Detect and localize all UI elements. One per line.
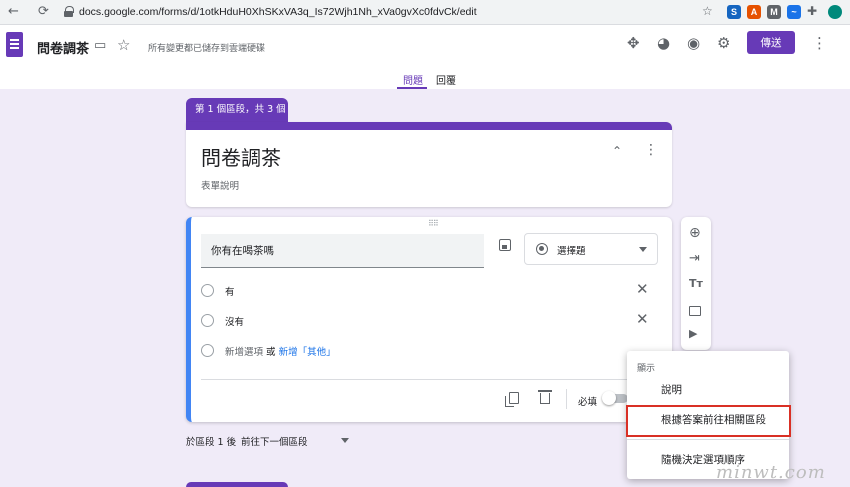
section-indicator: 第 1 個區段，共 3 個: [186, 98, 288, 122]
lock-icon: [64, 6, 74, 17]
bookmark-star-icon[interactable]: ☆: [702, 4, 713, 18]
divider: [566, 389, 567, 409]
video-icon[interactable]: ▶: [689, 328, 697, 339]
section-navigation-dropdown[interactable]: 前往下一個區段: [241, 434, 308, 448]
divider: [201, 379, 661, 380]
radio-icon: [201, 344, 214, 357]
extension-icon[interactable]: A: [747, 5, 761, 19]
menu-item-description[interactable]: 說明: [661, 382, 682, 397]
more-vert-icon[interactable]: ⋮: [812, 36, 827, 51]
dropdown-arrow-icon[interactable]: [341, 438, 349, 443]
form-description[interactable]: 表單說明: [201, 178, 239, 192]
question-card[interactable]: ⠿⠿ 選擇題 有 ✕ 沒有 ✕ 新增選項 或 新增「其他」 必填: [186, 217, 672, 422]
import-icon[interactable]: ⇥: [689, 252, 700, 265]
watermark: minwt.com: [716, 462, 826, 483]
section-more-icon[interactable]: ⋮: [644, 142, 658, 158]
refresh-icon[interactable]: ⟳: [38, 4, 49, 19]
collapse-icon[interactable]: ⌃: [612, 144, 622, 158]
send-button[interactable]: 傳送: [747, 31, 795, 54]
required-label: 必填: [578, 397, 598, 408]
add-image-icon[interactable]: [499, 239, 511, 251]
question-type-label: 選擇題: [557, 246, 586, 257]
dropdown-arrow-icon: [639, 247, 647, 252]
puzzle-extensions-icon[interactable]: ✚: [807, 4, 817, 18]
tab-responses[interactable]: 回覆: [436, 72, 456, 87]
question-title-input[interactable]: [201, 234, 484, 268]
radio-icon: [201, 314, 214, 327]
palette-icon[interactable]: ◕: [657, 36, 670, 51]
form-name[interactable]: 問卷調茶: [37, 38, 89, 57]
addons-puzzle-icon[interactable]: ✥: [627, 36, 640, 51]
drag-handle-icon[interactable]: ⠿⠿: [428, 219, 439, 228]
settings-gear-icon[interactable]: ⚙: [717, 36, 730, 51]
url-text[interactable]: docs.google.com/forms/d/1otkHduH0XhSKxVA…: [79, 6, 477, 18]
question-type-dropdown[interactable]: 選擇題: [524, 233, 658, 265]
delete-icon[interactable]: [538, 390, 552, 404]
option-label[interactable]: 有: [225, 284, 235, 298]
highlight-box: [626, 405, 791, 437]
active-tab-indicator: [397, 87, 427, 89]
browser-address-bar: ← ⟳ docs.google.com/forms/d/1otkHduH0XhS…: [0, 0, 850, 25]
radio-icon: [201, 284, 214, 297]
next-section-tag: [186, 482, 288, 487]
add-option-link[interactable]: 新增選項: [225, 347, 263, 358]
side-toolbar: ⊕ ⇥ Tт ▶: [681, 217, 711, 350]
folder-icon[interactable]: ▭: [94, 39, 106, 52]
back-icon[interactable]: ←: [8, 4, 19, 19]
form-title[interactable]: 問卷調茶: [201, 142, 281, 171]
extension-icon[interactable]: S: [727, 5, 741, 19]
preview-eye-icon[interactable]: ◉: [687, 36, 700, 51]
remove-option-icon[interactable]: ✕: [636, 310, 649, 328]
after-section-label: 於區段 1 後: [186, 437, 237, 448]
add-other-link[interactable]: 新增「其他」: [279, 347, 336, 358]
menu-header: 顯示: [637, 364, 656, 374]
profile-avatar[interactable]: [828, 5, 842, 19]
add-question-icon[interactable]: ⊕: [689, 226, 701, 240]
duplicate-icon[interactable]: [505, 392, 519, 407]
radio-button-icon: [536, 243, 548, 255]
required-toggle[interactable]: [602, 391, 628, 405]
or-text: 或: [266, 347, 276, 358]
forms-header: 問卷調茶 ▭ ☆ 所有變更都已儲存到雲端硬碟 ✥ ◕ ◉ ⚙ 傳送 ⋮ 問題 回…: [0, 25, 850, 89]
save-status: 所有變更都已儲存到雲端硬碟: [148, 44, 266, 54]
option-label[interactable]: 沒有: [225, 314, 244, 328]
image-icon[interactable]: [689, 306, 701, 316]
chart-extension-icon[interactable]: ~: [787, 5, 801, 19]
menu-divider: [627, 439, 789, 440]
star-icon[interactable]: ☆: [117, 38, 130, 53]
title-text-icon[interactable]: Tт: [689, 278, 703, 289]
remove-option-icon[interactable]: ✕: [636, 280, 649, 298]
tab-questions[interactable]: 問題: [403, 72, 423, 87]
form-title-card[interactable]: 問卷調茶 表單說明 ⌃ ⋮: [186, 122, 672, 207]
forms-logo-icon[interactable]: [6, 32, 23, 57]
mail-extension-icon[interactable]: M: [767, 5, 781, 19]
